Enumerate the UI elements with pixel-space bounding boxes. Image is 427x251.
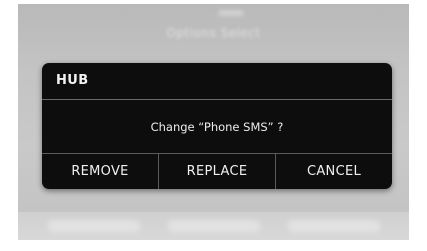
dialog-title: HUB bbox=[56, 73, 89, 88]
dialog-button-row: REMOVE REPLACE CANCEL bbox=[42, 154, 392, 189]
dialog-title-divider bbox=[42, 99, 392, 100]
remove-button[interactable]: REMOVE bbox=[42, 154, 158, 189]
blurred-bottom-button bbox=[48, 220, 140, 232]
blurred-bottom-button bbox=[168, 220, 260, 232]
replace-button[interactable]: REPLACE bbox=[158, 154, 275, 189]
hub-dialog: HUB Change “Phone SMS” ? REMOVE REPLACE … bbox=[42, 63, 392, 189]
blurred-bottom-button bbox=[288, 220, 380, 232]
blurred-bottom-bar bbox=[18, 212, 409, 240]
dialog-message: Change “Phone SMS” ? bbox=[150, 120, 284, 134]
cancel-button[interactable]: CANCEL bbox=[275, 154, 392, 189]
blurred-header-element bbox=[218, 10, 244, 16]
blurred-background-label: Options Select bbox=[166, 26, 261, 40]
